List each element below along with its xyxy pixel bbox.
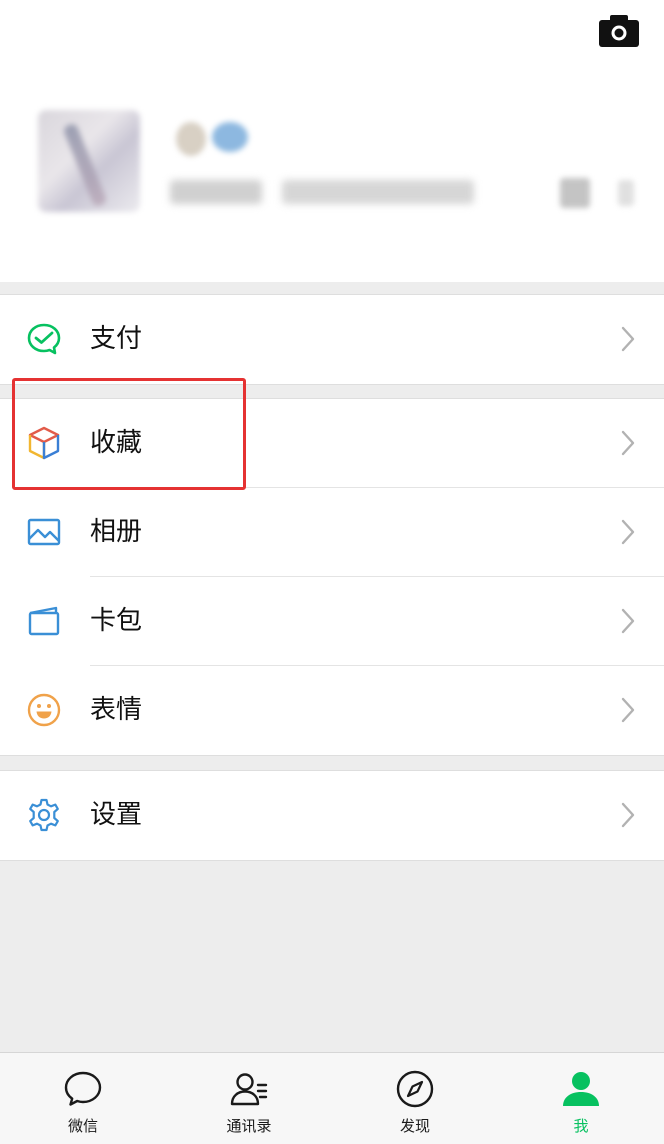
wechat-pay-icon [27,323,61,355]
chevron-right-icon [621,697,635,723]
wechat-id-value-blurred [282,180,474,204]
favorites-highlight-box [12,378,246,490]
tab-label-chats: 微信 [67,1117,98,1135]
chevron-right-icon [621,519,635,545]
compass-icon [396,1070,434,1108]
card-wallet-icon [28,606,60,636]
tab-chats[interactable]: 微信 [0,1053,166,1144]
profile-chevron-icon [618,180,634,206]
nickname-emoji-blurred [212,122,248,152]
bottom-tab-bar: 微信 通讯录 发现 我 [0,1052,664,1144]
menu-item-settings[interactable]: 设置 [0,771,664,860]
menu-label-stickers: 表情 [90,695,143,725]
menu-label-settings: 设置 [90,800,143,830]
menu-item-cards[interactable]: 卡包 [0,577,664,666]
menu-item-pay[interactable]: 支付 [0,295,664,384]
chevron-right-icon [621,608,635,634]
menu-label-album: 相册 [90,517,143,547]
album-icon [27,518,61,546]
tab-label-me: 我 [573,1117,589,1135]
tab-discover[interactable]: 发现 [332,1053,498,1144]
profile-header [0,0,664,282]
camera-icon[interactable] [598,14,640,48]
settings-gear-icon [29,798,59,832]
chevron-right-icon [621,802,635,828]
menu-item-stickers[interactable]: 表情 [0,666,664,755]
me-person-icon [563,1072,599,1106]
menu-item-album[interactable]: 相册 [0,488,664,577]
menu-group-settings: 设置 [0,770,664,861]
sticker-smile-icon [27,693,61,727]
avatar[interactable] [38,110,140,212]
tab-label-discover: 发现 [399,1117,430,1135]
chat-bubble-icon [64,1071,102,1106]
chevron-right-icon [621,326,635,352]
tab-contacts[interactable]: 通讯录 [166,1053,332,1144]
chevron-right-icon [621,430,635,456]
contacts-icon [230,1073,268,1106]
menu-label-pay: 支付 [90,324,143,354]
wechat-id-label-blurred [170,180,262,204]
qr-code-icon[interactable] [560,178,590,208]
tab-label-contacts: 通讯录 [226,1117,272,1135]
menu-group-pay: 支付 [0,294,664,385]
menu-label-cards: 卡包 [90,606,143,636]
tab-me[interactable]: 我 [498,1053,664,1144]
nickname-blurred [176,122,206,156]
